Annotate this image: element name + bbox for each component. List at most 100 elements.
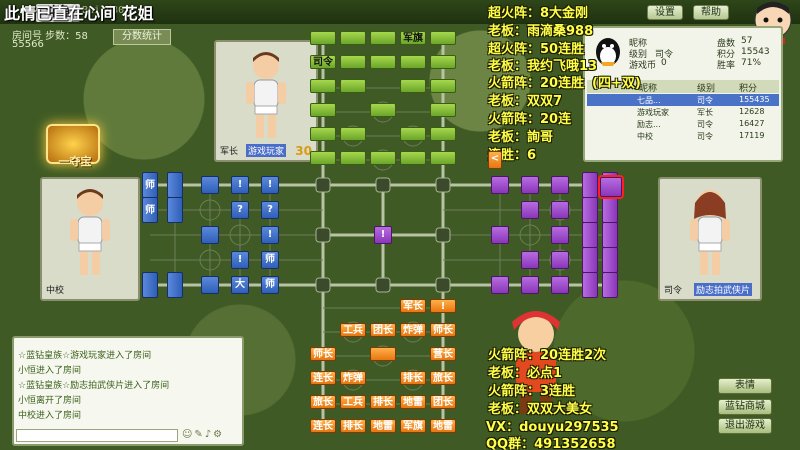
game-piece[interactable] bbox=[602, 247, 618, 273]
game-piece[interactable]: 旅长 bbox=[310, 395, 336, 409]
game-piece[interactable] bbox=[551, 276, 569, 294]
game-piece[interactable]: ! bbox=[261, 226, 279, 244]
help-button[interactable]: 帮助 bbox=[693, 5, 729, 20]
game-piece[interactable]: 工兵 bbox=[340, 395, 366, 409]
game-piece[interactable] bbox=[551, 226, 569, 244]
game-piece[interactable] bbox=[400, 151, 426, 165]
game-piece[interactable] bbox=[370, 31, 396, 45]
game-piece[interactable] bbox=[582, 272, 598, 298]
game-piece[interactable] bbox=[551, 251, 569, 269]
game-piece[interactable]: ! bbox=[374, 226, 392, 244]
game-piece[interactable]: 军旗 bbox=[400, 419, 426, 433]
game-piece[interactable] bbox=[491, 276, 509, 294]
game-piece[interactable]: 连长 bbox=[310, 371, 336, 385]
game-piece[interactable]: 师 bbox=[261, 276, 279, 294]
game-piece[interactable] bbox=[201, 176, 219, 194]
game-piece[interactable] bbox=[340, 79, 366, 93]
game-piece[interactable] bbox=[142, 272, 158, 298]
game-piece[interactable] bbox=[310, 103, 336, 117]
game-piece[interactable] bbox=[201, 276, 219, 294]
game-piece[interactable]: 排长 bbox=[400, 371, 426, 385]
game-piece[interactable] bbox=[551, 201, 569, 219]
game-piece[interactable] bbox=[370, 151, 396, 165]
game-piece[interactable] bbox=[400, 127, 426, 141]
game-piece[interactable]: 地雷 bbox=[370, 419, 396, 433]
game-piece[interactable] bbox=[430, 31, 456, 45]
game-piece[interactable] bbox=[430, 55, 456, 69]
game-piece[interactable] bbox=[602, 272, 618, 298]
game-piece[interactable] bbox=[340, 31, 366, 45]
game-piece[interactable] bbox=[491, 226, 509, 244]
game-piece[interactable] bbox=[491, 176, 509, 194]
game-piece[interactable]: ? bbox=[231, 201, 249, 219]
game-piece[interactable]: 地雷 bbox=[400, 395, 426, 409]
game-piece[interactable]: 司令 bbox=[310, 55, 336, 69]
game-piece[interactable]: 团长 bbox=[370, 323, 396, 337]
game-piece[interactable] bbox=[430, 103, 456, 117]
game-piece[interactable]: 地雷 bbox=[430, 419, 456, 433]
game-piece[interactable]: 旅长 bbox=[430, 371, 456, 385]
corner-flag-piece[interactable]: < bbox=[488, 151, 502, 169]
exit-game-button[interactable]: 退出游戏 bbox=[718, 418, 772, 434]
game-piece[interactable]: ! bbox=[231, 251, 249, 269]
game-piece[interactable] bbox=[582, 197, 598, 223]
game-piece[interactable] bbox=[602, 197, 618, 223]
selected-piece[interactable] bbox=[598, 175, 624, 199]
game-piece[interactable]: 军长 bbox=[400, 299, 426, 313]
game-piece[interactable] bbox=[310, 127, 336, 141]
game-piece[interactable] bbox=[521, 251, 539, 269]
game-piece[interactable]: 师长 bbox=[310, 347, 336, 361]
player-card-left[interactable]: 中校 bbox=[40, 177, 140, 301]
game-piece[interactable] bbox=[167, 197, 183, 223]
player-list-row[interactable]: 游戏玩家 军长 12628 bbox=[587, 106, 779, 118]
game-piece[interactable] bbox=[430, 79, 456, 93]
game-piece[interactable]: 师长 bbox=[430, 323, 456, 337]
game-piece[interactable] bbox=[370, 103, 396, 117]
game-piece[interactable]: 师 bbox=[142, 172, 158, 198]
game-piece[interactable] bbox=[582, 172, 598, 198]
game-piece[interactable] bbox=[521, 201, 539, 219]
bluediamond-shop-button[interactable]: 蓝钻商城 bbox=[718, 399, 772, 415]
player-list-row[interactable]: 七品... 司令 155435 bbox=[587, 94, 779, 106]
game-piece[interactable] bbox=[400, 55, 426, 69]
game-piece[interactable] bbox=[340, 127, 366, 141]
game-piece[interactable]: 连长 bbox=[310, 419, 336, 433]
game-piece[interactable] bbox=[551, 176, 569, 194]
player-card-right[interactable]: 司令 励志拍武侠片 bbox=[658, 177, 762, 301]
game-piece[interactable] bbox=[582, 247, 598, 273]
game-piece[interactable] bbox=[370, 347, 396, 361]
game-piece[interactable] bbox=[340, 55, 366, 69]
game-piece[interactable]: 师 bbox=[261, 251, 279, 269]
emoji-button[interactable]: 表情 bbox=[718, 378, 772, 394]
game-piece[interactable]: 师 bbox=[142, 197, 158, 223]
game-piece[interactable] bbox=[521, 176, 539, 194]
game-piece[interactable] bbox=[430, 127, 456, 141]
game-piece[interactable]: 炸弹 bbox=[340, 371, 366, 385]
game-piece[interactable] bbox=[310, 151, 336, 165]
game-piece[interactable] bbox=[310, 79, 336, 93]
game-piece[interactable] bbox=[167, 272, 183, 298]
chat-toolbar-icons[interactable]: ☺✎♪⚙ bbox=[182, 429, 242, 442]
game-piece[interactable]: ? bbox=[261, 201, 279, 219]
game-piece[interactable]: ! bbox=[231, 176, 249, 194]
game-piece[interactable]: 营长 bbox=[430, 347, 456, 361]
game-piece[interactable]: 排长 bbox=[340, 419, 366, 433]
game-piece[interactable]: 排长 bbox=[370, 395, 396, 409]
game-piece[interactable] bbox=[340, 151, 366, 165]
game-piece[interactable]: 大 bbox=[231, 276, 249, 294]
game-piece[interactable]: 工兵 bbox=[340, 323, 366, 337]
game-piece[interactable] bbox=[521, 276, 539, 294]
game-piece[interactable] bbox=[582, 222, 598, 248]
game-piece[interactable] bbox=[400, 79, 426, 93]
game-piece[interactable] bbox=[167, 172, 183, 198]
game-piece[interactable]: 团长 bbox=[430, 395, 456, 409]
game-piece[interactable] bbox=[310, 31, 336, 45]
chat-input[interactable] bbox=[16, 429, 178, 442]
settings-button[interactable]: 设置 bbox=[647, 5, 683, 20]
game-piece[interactable] bbox=[430, 151, 456, 165]
player-list-row[interactable]: 励志... 司令 16427 bbox=[587, 118, 779, 130]
game-piece[interactable]: ! bbox=[261, 176, 279, 194]
game-piece[interactable]: 军旗 bbox=[400, 31, 426, 45]
game-piece[interactable]: 炸弹 bbox=[400, 323, 426, 337]
game-piece[interactable] bbox=[370, 55, 396, 69]
